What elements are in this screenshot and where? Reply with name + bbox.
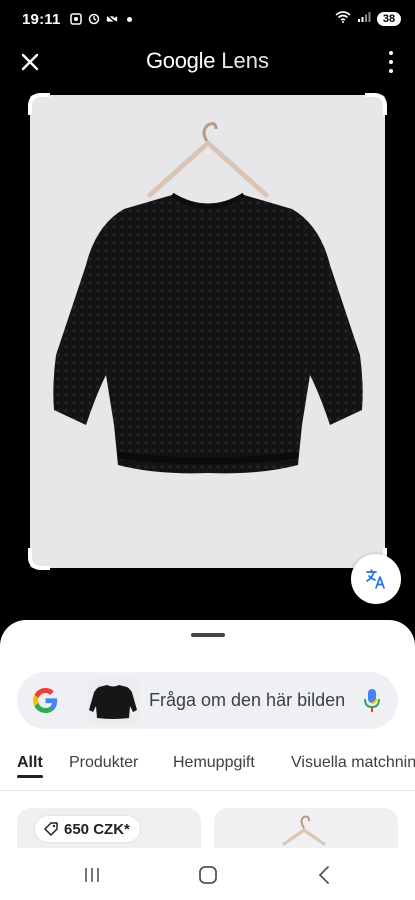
- microphone-icon[interactable]: [363, 688, 381, 713]
- more-dot-icon: [389, 51, 393, 55]
- query-image-thumbnail[interactable]: [87, 678, 139, 724]
- notification-icons: [69, 13, 132, 25]
- results-sheet: Fråga om den här bilden Allt Produkter H…: [0, 620, 415, 900]
- translate-icon: [366, 569, 385, 589]
- title-lens: Lens: [221, 48, 269, 73]
- active-tab-indicator: [17, 775, 43, 778]
- sheet-drag-handle[interactable]: [191, 633, 225, 637]
- price-text: 650 CZK*: [64, 820, 130, 838]
- tab-hemuppgift[interactable]: Hemuppgift: [173, 754, 255, 772]
- home-icon: [199, 866, 217, 884]
- wifi-icon: [335, 10, 351, 28]
- price-tag-icon: [44, 822, 58, 836]
- status-time: 19:11: [22, 10, 61, 28]
- price-badge: 650 CZK*: [35, 816, 140, 842]
- status-right: 38: [335, 10, 401, 28]
- video-off-icon: [105, 13, 118, 25]
- status-bar: 19:11 38: [0, 0, 415, 38]
- search-bar[interactable]: Fråga om den här bilden: [17, 672, 398, 729]
- crop-handle-top-right[interactable]: [365, 93, 387, 115]
- result-tabs: Allt Produkter Hemuppgift Visuella match…: [0, 750, 415, 786]
- battery-indicator: 38: [377, 12, 401, 26]
- screenshot-icon: [69, 13, 82, 25]
- tab-visuella-matchningar[interactable]: Visuella matchningar: [291, 754, 415, 772]
- search-input[interactable]: Fråga om den här bilden: [149, 690, 345, 711]
- crop-handle-bottom-left[interactable]: [28, 548, 50, 570]
- recent-apps-icon: [85, 868, 99, 882]
- google-g-icon: [33, 688, 58, 713]
- more-dot-icon: [389, 60, 393, 64]
- sweater-thumbnail-image: [87, 678, 139, 724]
- signal-icon: [357, 10, 371, 28]
- selected-image[interactable]: [30, 95, 385, 568]
- system-navigation-bar: [0, 848, 415, 900]
- page-title: Google Lens: [0, 48, 415, 74]
- tab-allt[interactable]: Allt: [17, 754, 43, 772]
- title-google: Google: [146, 48, 216, 73]
- tab-produkter[interactable]: Produkter: [69, 754, 138, 772]
- translate-button[interactable]: [351, 554, 401, 604]
- crop-handle-top-left[interactable]: [28, 93, 50, 115]
- app-header: Google Lens: [0, 38, 415, 86]
- back-icon: [318, 866, 329, 884]
- back-button[interactable]: [312, 864, 336, 886]
- recent-apps-button[interactable]: [80, 864, 104, 886]
- more-options-button[interactable]: [387, 51, 395, 73]
- home-button[interactable]: [196, 864, 220, 886]
- tabs-divider: [0, 790, 415, 791]
- more-dot-icon: [389, 69, 393, 73]
- more-notifications-dot: [126, 16, 132, 22]
- sync-icon: [88, 13, 100, 25]
- sweater-image: [30, 95, 385, 568]
